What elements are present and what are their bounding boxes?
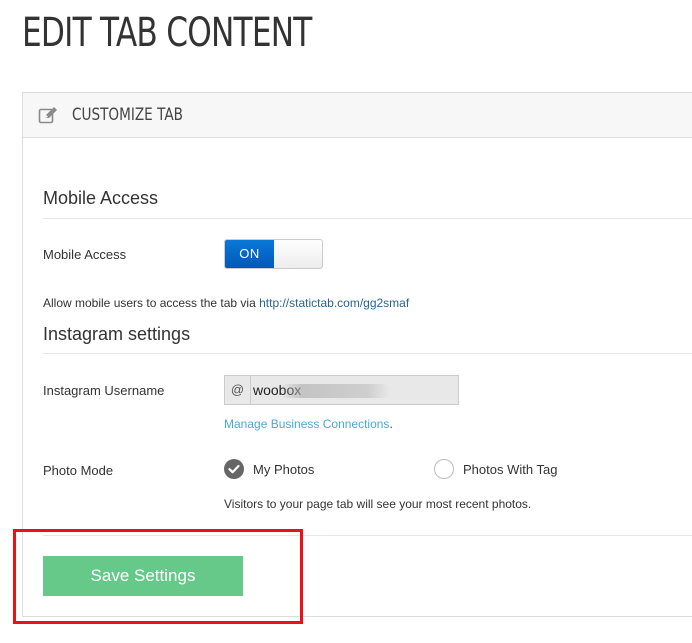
manage-link-period: .	[389, 417, 393, 431]
mobile-access-help-text: Allow mobile users to access the tab via	[43, 296, 260, 310]
radio-empty-icon	[434, 459, 454, 479]
mobile-access-toggle[interactable]: ON	[224, 239, 323, 269]
instagram-username-label: Instagram Username	[43, 383, 165, 398]
statictab-link[interactable]: http://statictab.com/gg2smaf	[259, 296, 409, 310]
photo-mode-help: Visitors to your page tab will see your …	[224, 497, 532, 511]
radio-label: My Photos	[253, 461, 315, 477]
at-sign-addon: @	[225, 376, 251, 404]
panel-header-title: CUSTOMIZE TAB	[72, 105, 183, 125]
mobile-access-help: Allow mobile users to access the tab via…	[43, 296, 409, 310]
instagram-section-title: Instagram settings	[43, 324, 191, 344]
save-settings-button[interactable]: Save Settings	[43, 556, 243, 596]
mobile-access-section-title: Mobile Access	[43, 188, 159, 208]
manage-business-connections-link[interactable]: Manage Business Connections	[224, 417, 389, 431]
photo-mode-label: Photo Mode	[43, 463, 114, 478]
toggle-on-label: ON	[225, 240, 274, 268]
edit-icon	[38, 106, 58, 124]
manage-business-connections: Manage Business Connections.	[224, 417, 393, 431]
radio-my-photos[interactable]: My Photos	[224, 459, 314, 479]
panel-header: CUSTOMIZE TAB	[23, 93, 692, 138]
radio-label: Photos With Tag	[463, 461, 558, 477]
instagram-username-group: @	[224, 375, 459, 405]
radio-photos-with-tag[interactable]: Photos With Tag	[434, 459, 557, 479]
checkmark-icon	[224, 459, 244, 479]
instagram-username-input[interactable]	[251, 376, 458, 404]
section-divider	[43, 535, 692, 536]
page-title: EDIT TAB CONTENT	[22, 10, 312, 56]
customize-tab-panel: CUSTOMIZE TAB Mobile Access Mobile Acces…	[22, 92, 692, 617]
section-divider	[43, 218, 692, 219]
section-divider	[43, 353, 692, 354]
mobile-access-label: Mobile Access	[43, 247, 127, 262]
